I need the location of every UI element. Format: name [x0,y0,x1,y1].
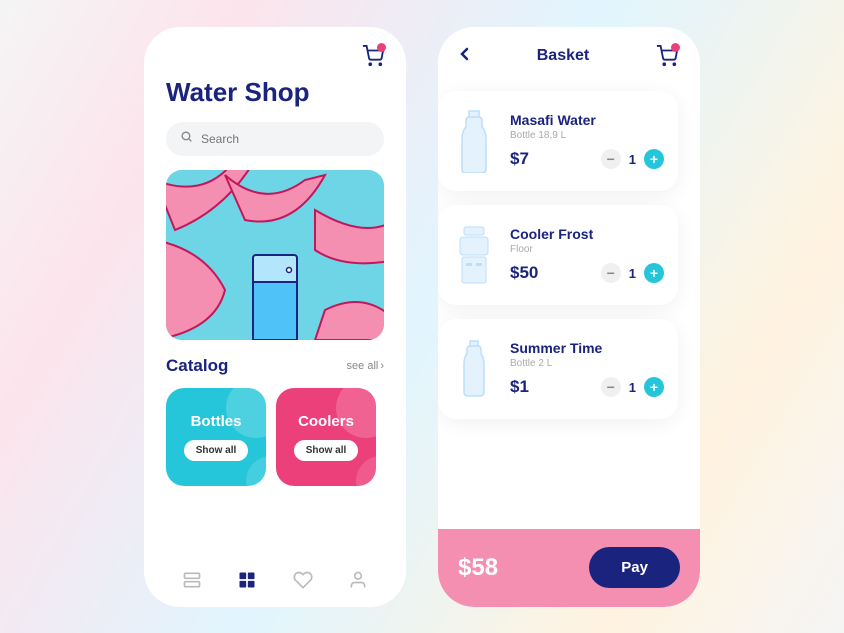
qty-minus-button[interactable]: − [601,263,621,283]
item-price: $7 [510,149,529,169]
basket-screen: Basket Masafi Water Bottle 18,9 L $7 − 1… [438,27,700,607]
total-price: $58 [458,554,498,582]
shop-screen: Water Shop Catalog see all › Bottles Sho… [144,27,406,607]
category-card-coolers[interactable]: Coolers Show all [276,388,376,486]
category-card-bottles[interactable]: Bottles Show all [166,388,266,486]
show-all-button[interactable]: Show all [184,440,249,461]
search-icon [180,130,193,148]
item-name: Masafi Water [510,112,664,128]
qty-value: 1 [629,266,636,281]
cart-badge [377,43,386,52]
qty-value: 1 [629,152,636,167]
item-name: Cooler Frost [510,226,664,242]
item-subtitle: Bottle 2 L [510,358,664,369]
hero-image [166,170,384,340]
category-list: Bottles Show all Coolers Show all [166,388,384,486]
qty-minus-button[interactable]: − [601,377,621,397]
quantity-stepper: − 1 + [601,377,664,397]
see-all-link[interactable]: see all › [347,360,384,372]
nav-user-icon[interactable] [348,570,368,595]
basket-item: Masafi Water Bottle 18,9 L $7 − 1 + [438,91,678,191]
quantity-stepper: − 1 + [601,149,664,169]
qty-minus-button[interactable]: − [601,149,621,169]
cart-badge [671,43,680,52]
item-subtitle: Floor [510,244,664,255]
nav-list-icon[interactable] [182,570,202,595]
qty-value: 1 [629,380,636,395]
qty-plus-button[interactable]: + [644,377,664,397]
cooler-icon [438,219,510,291]
item-subtitle: Bottle 18,9 L [510,130,664,141]
basket-title: Basket [537,47,589,65]
item-name: Summer Time [510,340,664,356]
qty-plus-button[interactable]: + [644,263,664,283]
search-input[interactable] [166,122,384,156]
qty-plus-button[interactable]: + [644,149,664,169]
nav-heart-icon[interactable] [293,570,313,595]
cart-icon[interactable] [656,45,678,67]
quantity-stepper: − 1 + [601,263,664,283]
item-price: $1 [510,377,529,397]
cart-icon[interactable] [362,45,384,67]
basket-item: Summer Time Bottle 2 L $1 − 1 + [438,319,678,419]
pay-button[interactable]: Pay [589,547,680,588]
basket-item: Cooler Frost Floor $50 − 1 + [438,205,678,305]
page-title: Water Shop [166,77,384,108]
pay-bar: $58 Pay [438,529,700,607]
bottle-icon [438,105,510,177]
item-price: $50 [510,263,538,283]
back-button[interactable] [460,45,470,66]
bottom-nav [144,570,406,595]
chevron-right-icon: › [380,360,384,372]
nav-grid-icon[interactable] [237,570,257,595]
search-field[interactable] [201,132,370,146]
bottle-small-icon [438,333,510,405]
catalog-heading: Catalog [166,356,228,376]
show-all-button[interactable]: Show all [294,440,359,461]
